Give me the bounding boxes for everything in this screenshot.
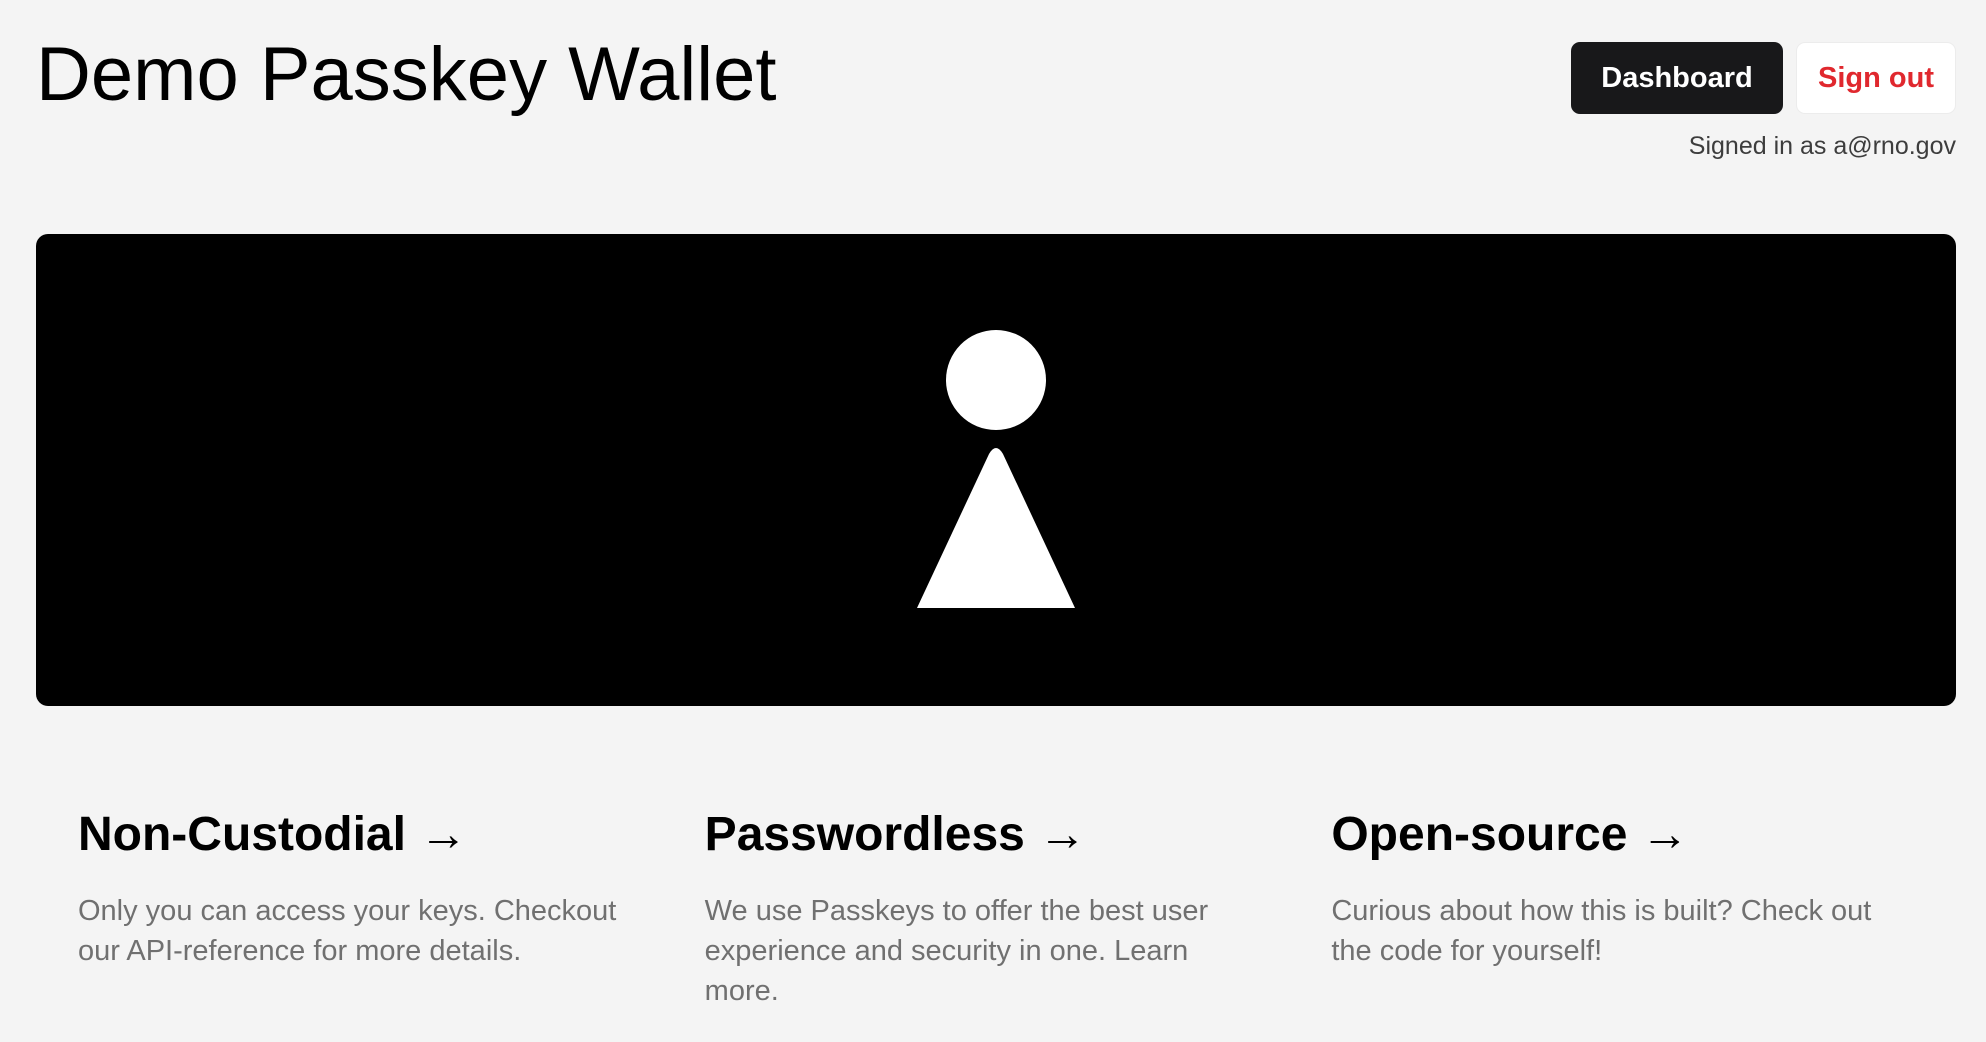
- header-button-row: Dashboard Sign out: [1571, 42, 1956, 114]
- feature-text-open-source: Curious about how this is built? Check o…: [1331, 895, 1872, 967]
- keyhole-icon: [917, 330, 1075, 608]
- feature-title-non-custodial[interactable]: Non-Custodial →: [78, 805, 625, 865]
- feature-title-passwordless[interactable]: Passwordless →: [705, 805, 1252, 865]
- feature-open-source: Open-source → Curious about how this is …: [1331, 805, 1958, 1011]
- feature-text-passwordless: We use Passkeys to offer the best user e…: [704, 895, 1209, 1007]
- feature-text-non-custodial: Only you can access your keys. Checkout …: [78, 895, 617, 967]
- site-header: Demo Passkey Wallet Dashboard Sign out S…: [36, 30, 1956, 170]
- feature-non-custodial: Non-Custodial → Only you can access your…: [78, 805, 705, 1011]
- dashboard-button[interactable]: Dashboard: [1571, 42, 1783, 114]
- header-actions: Dashboard Sign out Signed in as a@rno.go…: [1571, 42, 1956, 161]
- feature-list: Non-Custodial → Only you can access your…: [78, 805, 1958, 1011]
- feature-title-open-source[interactable]: Open-source →: [1331, 805, 1878, 865]
- hero-banner: [36, 234, 1956, 706]
- page-title: Demo Passkey Wallet: [36, 32, 777, 117]
- signed-in-status: Signed in as a@rno.gov: [1688, 132, 1956, 160]
- sign-out-button[interactable]: Sign out: [1796, 42, 1956, 114]
- feature-passwordless: Passwordless → We use Passkeys to offer …: [705, 805, 1332, 1011]
